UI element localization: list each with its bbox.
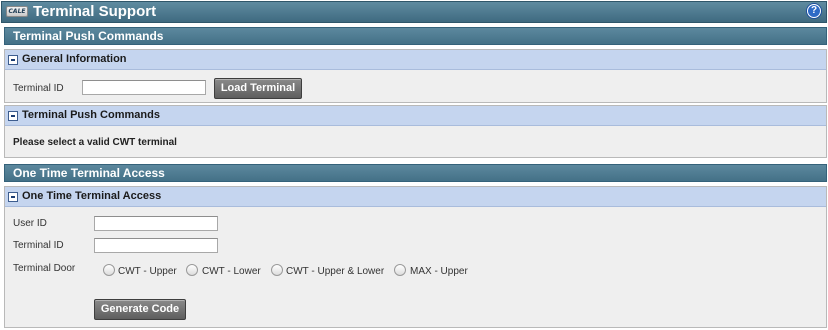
panel-title: General Information	[22, 53, 127, 65]
user-id-label: User ID	[13, 218, 47, 229]
collapse-icon[interactable]	[8, 111, 18, 121]
radio-cwt-lower[interactable]	[186, 264, 198, 276]
cale-logo: CALE	[6, 6, 28, 17]
user-id-input[interactable]	[94, 216, 218, 231]
status-message: Please select a valid CWT terminal	[13, 137, 177, 148]
panel-header: Terminal Push Commands	[5, 106, 826, 126]
load-terminal-button[interactable]: Load Terminal	[214, 78, 302, 99]
section-title: Terminal Push Commands	[13, 29, 164, 43]
section-header-push-commands: Terminal Push Commands	[4, 27, 827, 45]
radio-label: CWT - Lower	[202, 266, 261, 277]
terminal-id-label: Terminal ID	[13, 83, 64, 94]
generate-code-button[interactable]: Generate Code	[94, 299, 186, 320]
section-title: One Time Terminal Access	[13, 166, 165, 180]
page-title: Terminal Support	[33, 3, 157, 20]
terminal-id-label: Terminal ID	[13, 240, 64, 251]
terminal-push-commands-panel: Terminal Push Commands	[4, 105, 827, 158]
panel-title: Terminal Push Commands	[22, 109, 160, 121]
radio-label: MAX - Upper	[410, 266, 468, 277]
radio-cwt-upper-lower[interactable]	[271, 264, 283, 276]
radio-cwt-upper[interactable]	[103, 264, 115, 276]
panel-header: One Time Terminal Access	[5, 187, 826, 207]
radio-label: CWT - Upper & Lower	[286, 266, 385, 277]
panel-header: General Information	[5, 50, 826, 70]
radio-max-upper[interactable]	[394, 264, 406, 276]
panel-title: One Time Terminal Access	[22, 190, 162, 202]
collapse-icon[interactable]	[8, 55, 18, 65]
terminal-door-label: Terminal Door	[13, 263, 76, 274]
terminal-id-input[interactable]	[94, 238, 218, 253]
terminal-id-input[interactable]	[82, 80, 206, 95]
section-header-one-time-access: One Time Terminal Access	[4, 164, 827, 182]
collapse-icon[interactable]	[8, 192, 18, 202]
help-icon[interactable]: ?	[806, 3, 822, 19]
radio-label: CWT - Upper	[118, 266, 177, 277]
